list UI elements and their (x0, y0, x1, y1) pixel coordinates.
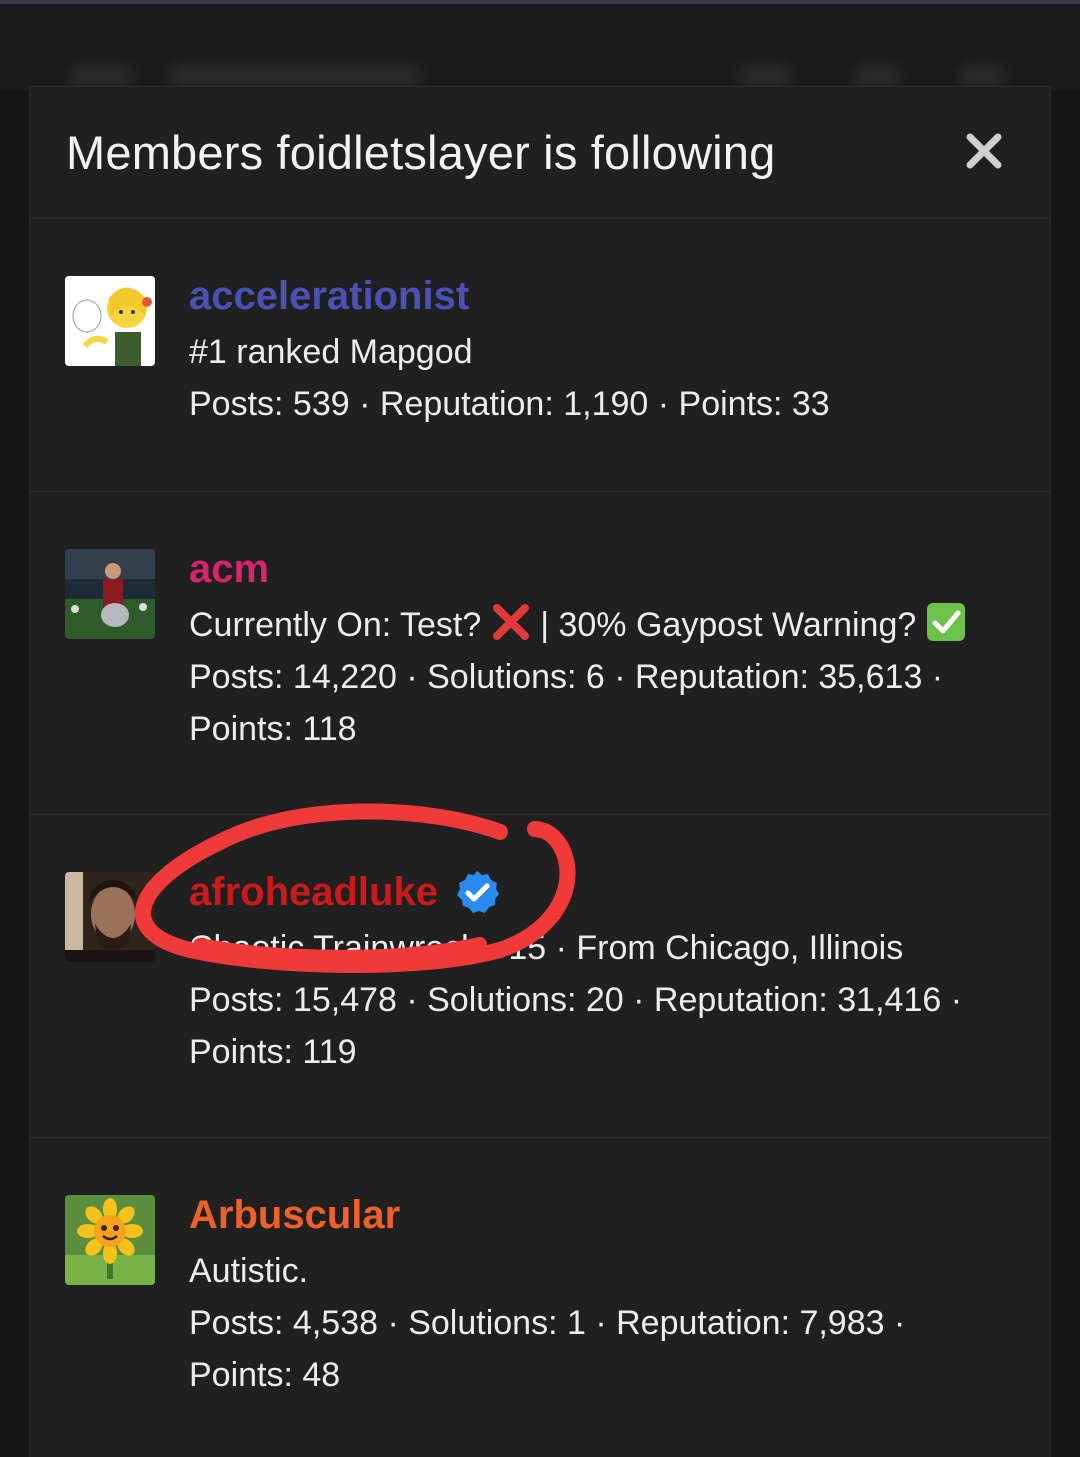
username[interactable]: afroheadluke (189, 868, 438, 916)
custom-title: Currently On: Test? | 30% Gaypost Warnin… (189, 599, 1030, 651)
member-stats: Posts: 15,478 · Solutions: 20 · Reputati… (189, 981, 963, 1019)
custom-title: Chaotic Trainwreck · 15 · From Chicago, … (189, 929, 904, 967)
username[interactable]: acm (189, 545, 269, 593)
close-icon[interactable] (964, 131, 1004, 171)
username-link[interactable]: acm (189, 545, 1030, 593)
member-row[interactable]: accelerationist #1 ranked Mapgod Posts: … (30, 219, 1050, 492)
username-link[interactable]: Arbuscular (189, 1191, 1030, 1239)
custom-title: #1 ranked Mapgod (189, 333, 473, 371)
custom-title-prefix: Currently On: Test? (189, 606, 482, 644)
avatar[interactable] (65, 549, 155, 639)
member-stats: Posts: 14,220 · Solutions: 6 · Reputatio… (189, 658, 944, 696)
avatar[interactable] (65, 1195, 155, 1285)
member-stats-continued: Points: 119 (189, 1033, 357, 1071)
avatar[interactable] (65, 276, 155, 366)
modal-title: Members foidletslayer is following (66, 126, 776, 179)
avatar[interactable] (65, 872, 155, 962)
username-link[interactable]: afroheadluke (189, 868, 1030, 916)
member-row[interactable]: Arbuscular Autistic. Posts: 4,538 · Solu… (30, 1138, 1050, 1457)
custom-title: Autistic. (189, 1252, 309, 1290)
following-modal: Members foidletslayer is following accel… (29, 86, 1051, 1457)
custom-title-mid: | 30% Gaypost Warning? (540, 606, 917, 644)
username[interactable]: accelerationist (189, 272, 469, 320)
background-header (0, 0, 1080, 90)
check-mark-button-icon (926, 602, 966, 642)
member-stats-continued: Points: 48 (189, 1356, 341, 1394)
member-stats: Posts: 539 · Reputation: 1,190 · Points:… (189, 385, 830, 423)
verified-badge-icon (454, 869, 500, 915)
member-stats: Posts: 4,538 · Solutions: 1 · Reputation… (189, 1304, 906, 1342)
member-row[interactable]: acm Currently On: Test? | 30% Gaypost Wa… (30, 492, 1050, 815)
member-stats-continued: Points: 118 (189, 710, 357, 748)
cross-mark-icon (491, 602, 531, 642)
username[interactable]: Arbuscular (189, 1191, 400, 1239)
member-row[interactable]: afroheadluke Chaotic Trainwreck · 15 · F… (30, 815, 1050, 1138)
modal-header: Members foidletslayer is following (30, 87, 1050, 219)
username-link[interactable]: accelerationist (189, 272, 1030, 320)
